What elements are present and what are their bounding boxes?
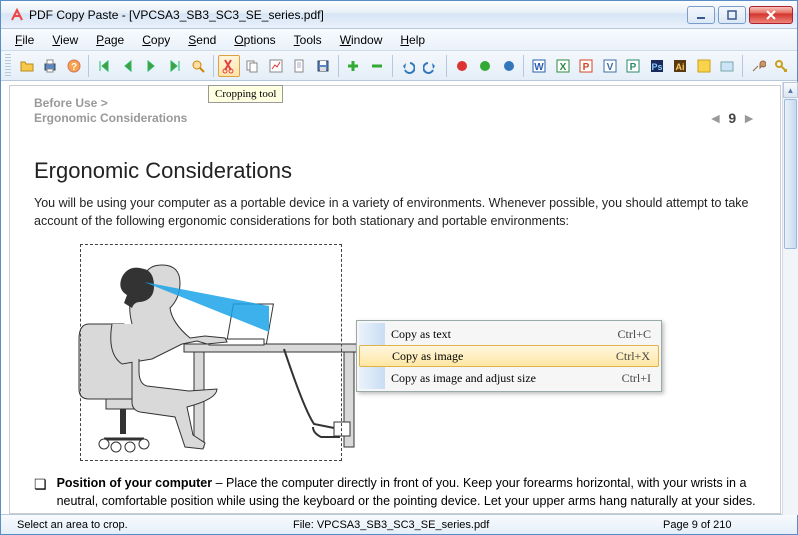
window-title: PDF Copy Paste - [VPCSA3_SB3_SC3_SE_seri… bbox=[29, 8, 687, 22]
list-item: ❏ Position of your computer – Place the … bbox=[34, 474, 756, 514]
open-icon[interactable] bbox=[16, 55, 38, 77]
menu-item-label: Copy as text bbox=[391, 327, 451, 342]
vertical-scrollbar[interactable]: ▲ bbox=[782, 82, 798, 515]
maximize-button[interactable] bbox=[718, 6, 746, 24]
copy-icon[interactable] bbox=[242, 55, 264, 77]
separator bbox=[523, 55, 524, 77]
scroll-thumb[interactable] bbox=[784, 99, 797, 249]
last-icon[interactable] bbox=[164, 55, 186, 77]
remove-icon[interactable] bbox=[366, 55, 388, 77]
first-icon[interactable] bbox=[93, 55, 115, 77]
excel-icon[interactable]: X bbox=[552, 55, 574, 77]
menu-item-shortcut: Ctrl+X bbox=[616, 349, 650, 364]
menu-item-label: Copy as image and adjust size bbox=[391, 371, 536, 386]
toolbar-grip bbox=[5, 54, 11, 78]
record-icon[interactable] bbox=[474, 55, 496, 77]
status-bar: Select an area to crop. File: VPCSA3_SB3… bbox=[1, 514, 797, 534]
page-nav: ◄ 9 ► bbox=[708, 110, 756, 126]
bullet-icon: ❏ bbox=[34, 474, 47, 514]
chart-icon[interactable] bbox=[265, 55, 287, 77]
svg-text:W: W bbox=[534, 62, 544, 73]
menu-options[interactable]: Options bbox=[226, 31, 283, 49]
print-icon[interactable] bbox=[39, 55, 61, 77]
menu-send[interactable]: Send bbox=[180, 31, 224, 49]
prev-icon[interactable] bbox=[117, 55, 139, 77]
publisher-icon[interactable]: P bbox=[622, 55, 644, 77]
powerpoint-icon[interactable]: P bbox=[575, 55, 597, 77]
status-file: File: VPCSA3_SB3_SC3_SE_series.pdf bbox=[283, 519, 653, 531]
menu-window[interactable]: Window bbox=[332, 31, 391, 49]
app-icon bbox=[9, 7, 25, 23]
svg-text:P: P bbox=[583, 62, 590, 73]
svg-text:V: V bbox=[606, 62, 613, 73]
crop-tool-icon[interactable] bbox=[218, 55, 240, 77]
nav-next-icon[interactable]: ► bbox=[742, 110, 756, 126]
menu-item-shortcut: Ctrl+I bbox=[622, 371, 651, 386]
menu-page[interactable]: Page bbox=[88, 31, 132, 49]
menu-file[interactable]: File bbox=[7, 31, 42, 49]
menu-bar: File View Page Copy Send Options Tools W… bbox=[1, 29, 797, 51]
undo-icon[interactable] bbox=[397, 55, 419, 77]
separator bbox=[88, 55, 89, 77]
folder-icon[interactable] bbox=[717, 55, 739, 77]
svg-text:?: ? bbox=[71, 62, 77, 73]
status-left: Select an area to crop. bbox=[7, 519, 283, 531]
breadcrumb-line1: Before Use > bbox=[34, 96, 756, 110]
close-button[interactable] bbox=[749, 6, 793, 24]
redo-icon[interactable] bbox=[420, 55, 442, 77]
status-page: Page 9 of 210 bbox=[653, 519, 742, 531]
menu-copy[interactable]: Copy bbox=[134, 31, 178, 49]
word-icon[interactable]: W bbox=[528, 55, 550, 77]
add-icon[interactable] bbox=[343, 55, 365, 77]
menu-item-shortcut: Ctrl+C bbox=[618, 327, 651, 342]
visio-icon[interactable]: V bbox=[599, 55, 621, 77]
separator bbox=[446, 55, 447, 77]
menu-item-label: Copy as image bbox=[392, 349, 463, 364]
title-bar: PDF Copy Paste - [VPCSA3_SB3_SC3_SE_seri… bbox=[1, 1, 797, 29]
minimize-button[interactable] bbox=[687, 6, 715, 24]
content-area: Before Use > Ergonomic Considerations ◄ … bbox=[1, 81, 797, 514]
nav-prev-icon[interactable]: ◄ bbox=[708, 110, 722, 126]
menu-item-copy-image[interactable]: Copy as image Ctrl+X bbox=[359, 345, 659, 367]
separator bbox=[742, 55, 743, 77]
next-icon[interactable] bbox=[140, 55, 162, 77]
page-header: Before Use > Ergonomic Considerations ◄ … bbox=[10, 86, 780, 132]
key-icon[interactable] bbox=[771, 55, 793, 77]
help-icon[interactable]: ? bbox=[63, 55, 85, 77]
window-controls bbox=[687, 6, 793, 24]
menu-item-copy-image-adjust[interactable]: Copy as image and adjust size Ctrl+I bbox=[359, 367, 659, 389]
doc-icon[interactable] bbox=[289, 55, 311, 77]
intro-paragraph: You will be using your computer as a por… bbox=[34, 194, 756, 230]
yellow-app-icon[interactable] bbox=[693, 55, 715, 77]
illustrator-icon[interactable]: Ai bbox=[669, 55, 691, 77]
svg-text:Ps: Ps bbox=[651, 62, 662, 72]
page-title: Ergonomic Considerations bbox=[34, 158, 756, 184]
find-icon[interactable] bbox=[188, 55, 210, 77]
separator bbox=[338, 55, 339, 77]
menu-tools[interactable]: Tools bbox=[286, 31, 330, 49]
svg-text:X: X bbox=[559, 62, 566, 73]
list-item-text: Position of your computer – Place the co… bbox=[57, 474, 756, 514]
page-number: 9 bbox=[728, 110, 736, 126]
separator bbox=[392, 55, 393, 77]
play-icon[interactable] bbox=[498, 55, 520, 77]
pdf-page: Before Use > Ergonomic Considerations ◄ … bbox=[9, 85, 781, 514]
stop-icon[interactable] bbox=[451, 55, 473, 77]
scroll-up-button[interactable]: ▲ bbox=[783, 82, 798, 98]
crop-selection[interactable] bbox=[80, 244, 342, 461]
separator bbox=[213, 55, 214, 77]
svg-text:P: P bbox=[630, 62, 637, 73]
tooltip: Cropping tool bbox=[208, 85, 283, 103]
menu-view[interactable]: View bbox=[44, 31, 86, 49]
menu-help[interactable]: Help bbox=[392, 31, 433, 49]
menu-item-copy-text[interactable]: Copy as text Ctrl+C bbox=[359, 323, 659, 345]
save-icon[interactable] bbox=[312, 55, 334, 77]
context-menu: Copy as text Ctrl+C Copy as image Ctrl+X… bbox=[356, 320, 662, 392]
svg-text:Ai: Ai bbox=[676, 62, 685, 72]
tools-icon[interactable] bbox=[747, 55, 769, 77]
photoshop-icon[interactable]: Ps bbox=[646, 55, 668, 77]
breadcrumb-line2: Ergonomic Considerations bbox=[34, 111, 187, 125]
toolbar: ? W X P V P Ps Ai bbox=[1, 51, 797, 81]
